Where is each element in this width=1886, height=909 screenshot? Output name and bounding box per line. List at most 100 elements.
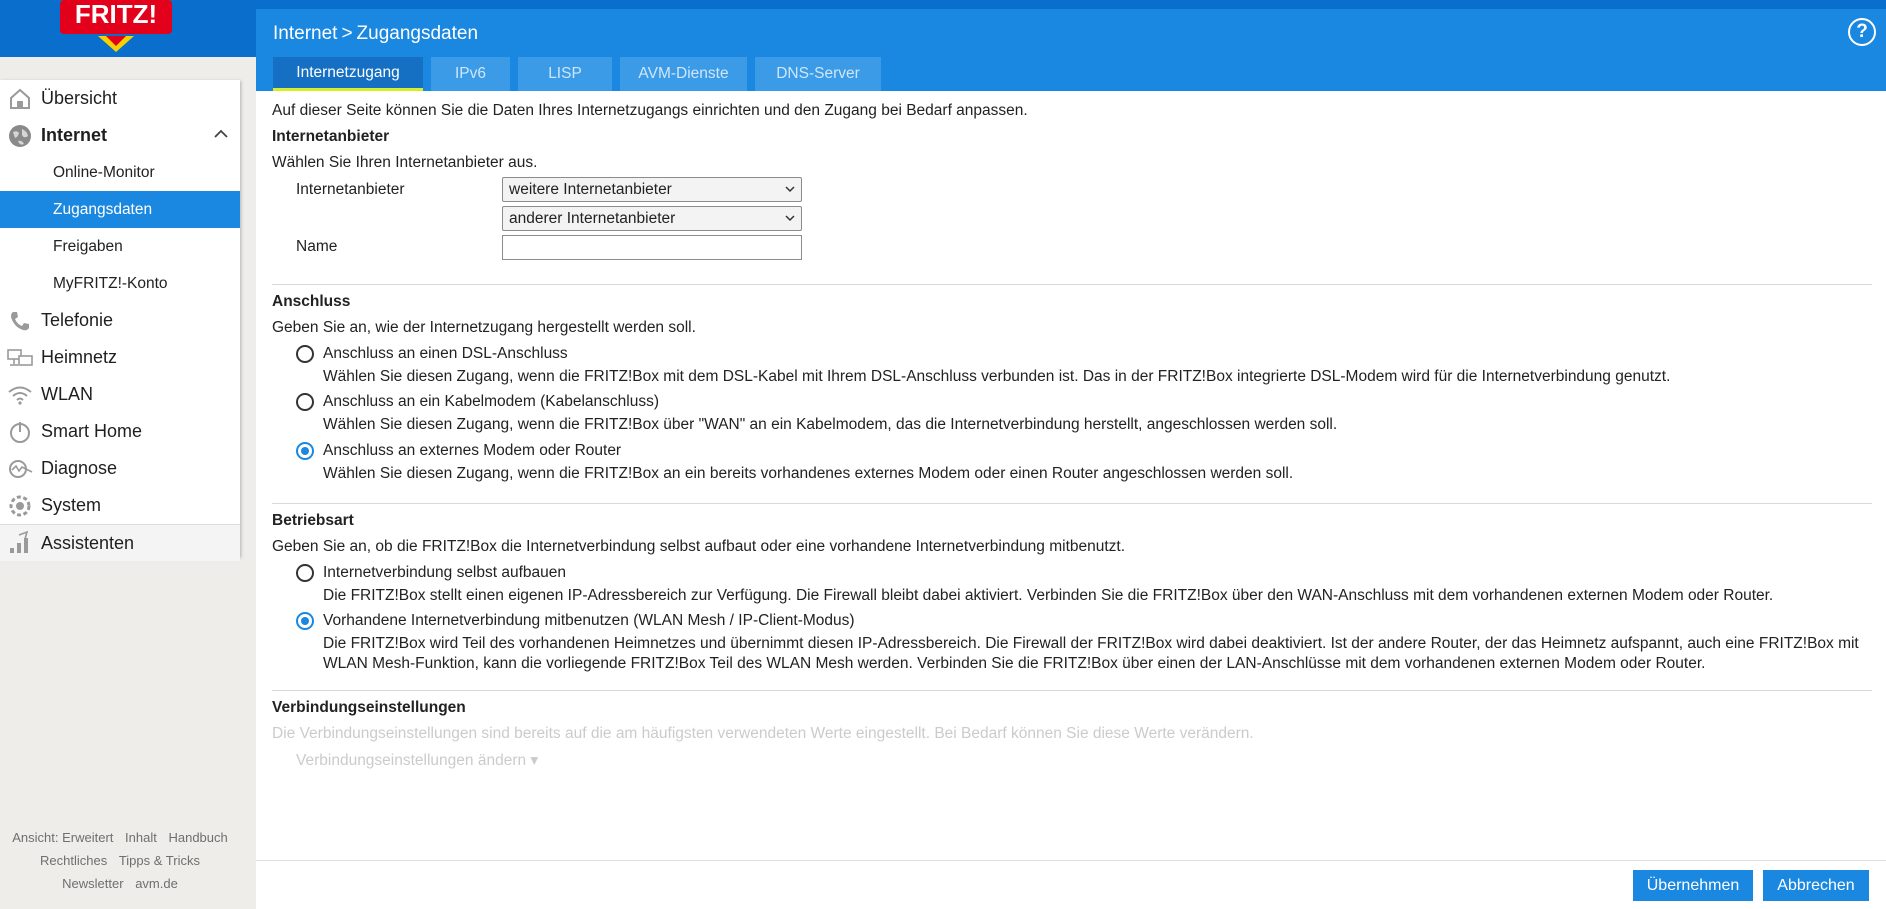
sidebar-item-label: MyFRITZ!-Konto [53, 274, 168, 292]
sidebar-item-label: Freigaben [53, 237, 123, 255]
footer-link-content[interactable]: Inhalt [125, 830, 157, 845]
footer-link-tips[interactable]: Tipps & Tricks [119, 853, 200, 868]
sidebar-item-label: Heimnetz [41, 347, 118, 367]
sidebar-item-label: Telefonie [41, 310, 114, 330]
wifi-icon [6, 381, 34, 409]
smart-home-icon [6, 418, 34, 446]
radio-cable-desc: Wählen Sie diesen Zugang, wenn die FRITZ… [323, 416, 1338, 433]
sidebar-item-label: WLAN [41, 384, 94, 404]
tab-lisp[interactable]: LISP [518, 57, 612, 91]
sidebar-item-label: Assistenten [41, 532, 135, 553]
footer-link-newsletter[interactable]: Newsletter [62, 876, 123, 891]
chevron-up-icon[interactable] [212, 125, 230, 143]
page-header: Internet > Zugangsdaten ? Internetzugang I… [256, 9, 1886, 91]
sidebar-item-overview[interactable]: Übersicht [0, 80, 240, 117]
home-icon [6, 85, 34, 113]
system-icon [6, 492, 34, 520]
breadcrumb-page: Zugangsdaten [356, 23, 479, 44]
sidebar-item-label: Internet [41, 125, 108, 145]
action-bar: Übernehmen Abbrechen [256, 860, 1886, 909]
connection-heading: Anschluss [272, 293, 351, 310]
logo-text: FRITZ! [75, 0, 157, 29]
provider-select[interactable]: weitere Internetanbieter [502, 177, 802, 202]
sidebar-item-diagnose[interactable]: Diagnose [0, 450, 240, 487]
sidebar-item-label: Zugangsdaten [53, 200, 153, 218]
radio-ip-client[interactable] [296, 612, 314, 630]
apply-button[interactable]: Übernehmen [1633, 870, 1753, 901]
tab-ipv6[interactable]: IPv6 [431, 57, 510, 91]
sidebar-item-label: Smart Home [41, 421, 143, 441]
tab-dns-server[interactable]: DNS-Server [755, 57, 881, 91]
mode-hint: Geben Sie an, ob die FRITZ!Box die Inter… [272, 538, 1126, 555]
radio-ip-client-label[interactable]: Vorhandene Internetverbindung mitbenutze… [323, 612, 855, 630]
sidebar-item-system[interactable]: System [0, 487, 240, 524]
radio-ip-client-desc: Die FRITZ!Box wird Teil des vorhandenen … [323, 635, 1859, 672]
radio-own-connection-desc: Die FRITZ!Box stellt einen eigenen IP-Ad… [323, 587, 1774, 604]
sidebar-item-wlan[interactable]: WLAN [0, 376, 240, 413]
provider-subselect-value: anderer Internetanbieter [509, 210, 676, 227]
provider-subselect[interactable]: anderer Internetanbieter [502, 206, 802, 231]
radio-external-modem-label[interactable]: Anschluss an externes Modem oder Router [323, 442, 621, 460]
sidebar-item-assistenten[interactable]: Assistenten [0, 524, 240, 561]
sidebar-item-online-monitor[interactable]: Online-Monitor [0, 154, 240, 191]
phone-icon [6, 307, 34, 335]
radio-dsl[interactable] [296, 345, 314, 363]
help-icon[interactable]: ? [1848, 18, 1876, 46]
main-panel: Internet > Zugangsdaten ? Internetzugang I… [256, 9, 1886, 909]
cancel-button[interactable]: Abbrechen [1763, 870, 1869, 901]
tab-internetzugang[interactable]: Internetzugang [273, 57, 423, 91]
radio-dsl-desc: Wählen Sie diesen Zugang, wenn die FRITZ… [323, 368, 1671, 385]
provider-label: Internetanbieter [296, 181, 405, 198]
divider [272, 284, 1872, 285]
sidebar-item-label: Übersicht [41, 88, 118, 108]
radio-dsl-label[interactable]: Anschluss an einen DSL-Anschluss [323, 345, 568, 363]
assistant-icon [6, 529, 34, 557]
settings-hint: Die Verbindungseinstellungen sind bereit… [272, 725, 1254, 742]
sidebar-item-smart-home[interactable]: Smart Home [0, 413, 240, 450]
sidebar-item-myfritz[interactable]: MyFRITZ!-Konto [0, 265, 240, 302]
sidebar-item-label: Diagnose [41, 458, 118, 478]
name-input[interactable] [502, 235, 802, 260]
radio-cable[interactable] [296, 393, 314, 411]
radio-external-modem[interactable] [296, 442, 314, 460]
settings-change-link[interactable]: Verbindungseinstellungen ändern ▾ [296, 751, 538, 770]
sidebar-item-heimnetz[interactable]: Heimnetz [0, 339, 240, 376]
tab-bar: Internetzugang IPv6 LISP AVM-Dienste DNS… [273, 57, 889, 91]
fritz-logo[interactable]: FRITZ! [56, 0, 176, 52]
diagnose-icon [6, 455, 34, 483]
breadcrumb-separator: > [341, 23, 353, 44]
sidebar-footer: Ansicht: Erweitert Inhalt Handbuch Recht… [0, 826, 240, 895]
chevron-down-icon [785, 186, 795, 193]
divider [272, 690, 1872, 691]
sidebar-item-freigaben[interactable]: Freigaben [0, 228, 240, 265]
divider [272, 503, 1872, 504]
footer-link-manual[interactable]: Handbuch [168, 830, 227, 845]
footer-link-legal[interactable]: Rechtliches [40, 853, 107, 868]
name-label: Name [296, 238, 338, 255]
sidebar-item-telefonie[interactable]: Telefonie [0, 302, 240, 339]
footer-link-avm[interactable]: avm.de [135, 876, 178, 891]
settings-heading: Verbindungseinstellungen [272, 699, 466, 716]
radio-cable-label[interactable]: Anschluss an ein Kabelmodem (Kabelanschl… [323, 393, 659, 411]
intro-text: Auf dieser Seite können Sie die Daten Ih… [272, 102, 1028, 119]
radio-external-modem-desc: Wählen Sie diesen Zugang, wenn die FRITZ… [323, 465, 1294, 482]
breadcrumb: Internet > Zugangsdaten [273, 23, 478, 45]
network-icon [6, 344, 34, 372]
mode-heading: Betriebsart [272, 512, 354, 529]
radio-own-connection[interactable] [296, 564, 314, 582]
breadcrumb-section[interactable]: Internet [273, 23, 337, 44]
footer-link-view[interactable]: Ansicht: Erweitert [12, 830, 113, 845]
sidebar-item-label: Online-Monitor [53, 163, 155, 181]
sidebar-item-internet[interactable]: Internet [0, 117, 240, 154]
provider-hint: Wählen Sie Ihren Internetanbieter aus. [272, 154, 538, 171]
sidebar-item-label: System [41, 495, 102, 515]
sidebar-item-zugangsdaten[interactable]: Zugangsdaten [0, 191, 240, 228]
tab-avm-dienste[interactable]: AVM-Dienste [620, 57, 747, 91]
radio-own-connection-label[interactable]: Internetverbindung selbst aufbauen [323, 564, 566, 582]
connection-hint: Geben Sie an, wie der Internetzugang her… [272, 319, 696, 336]
provider-heading: Internetanbieter [272, 128, 390, 145]
globe-icon [6, 122, 34, 150]
sidebar: Übersicht Internet Online-Monitor Zugang… [0, 80, 240, 561]
chevron-down-icon [785, 215, 795, 222]
provider-select-value: weitere Internetanbieter [509, 181, 672, 198]
